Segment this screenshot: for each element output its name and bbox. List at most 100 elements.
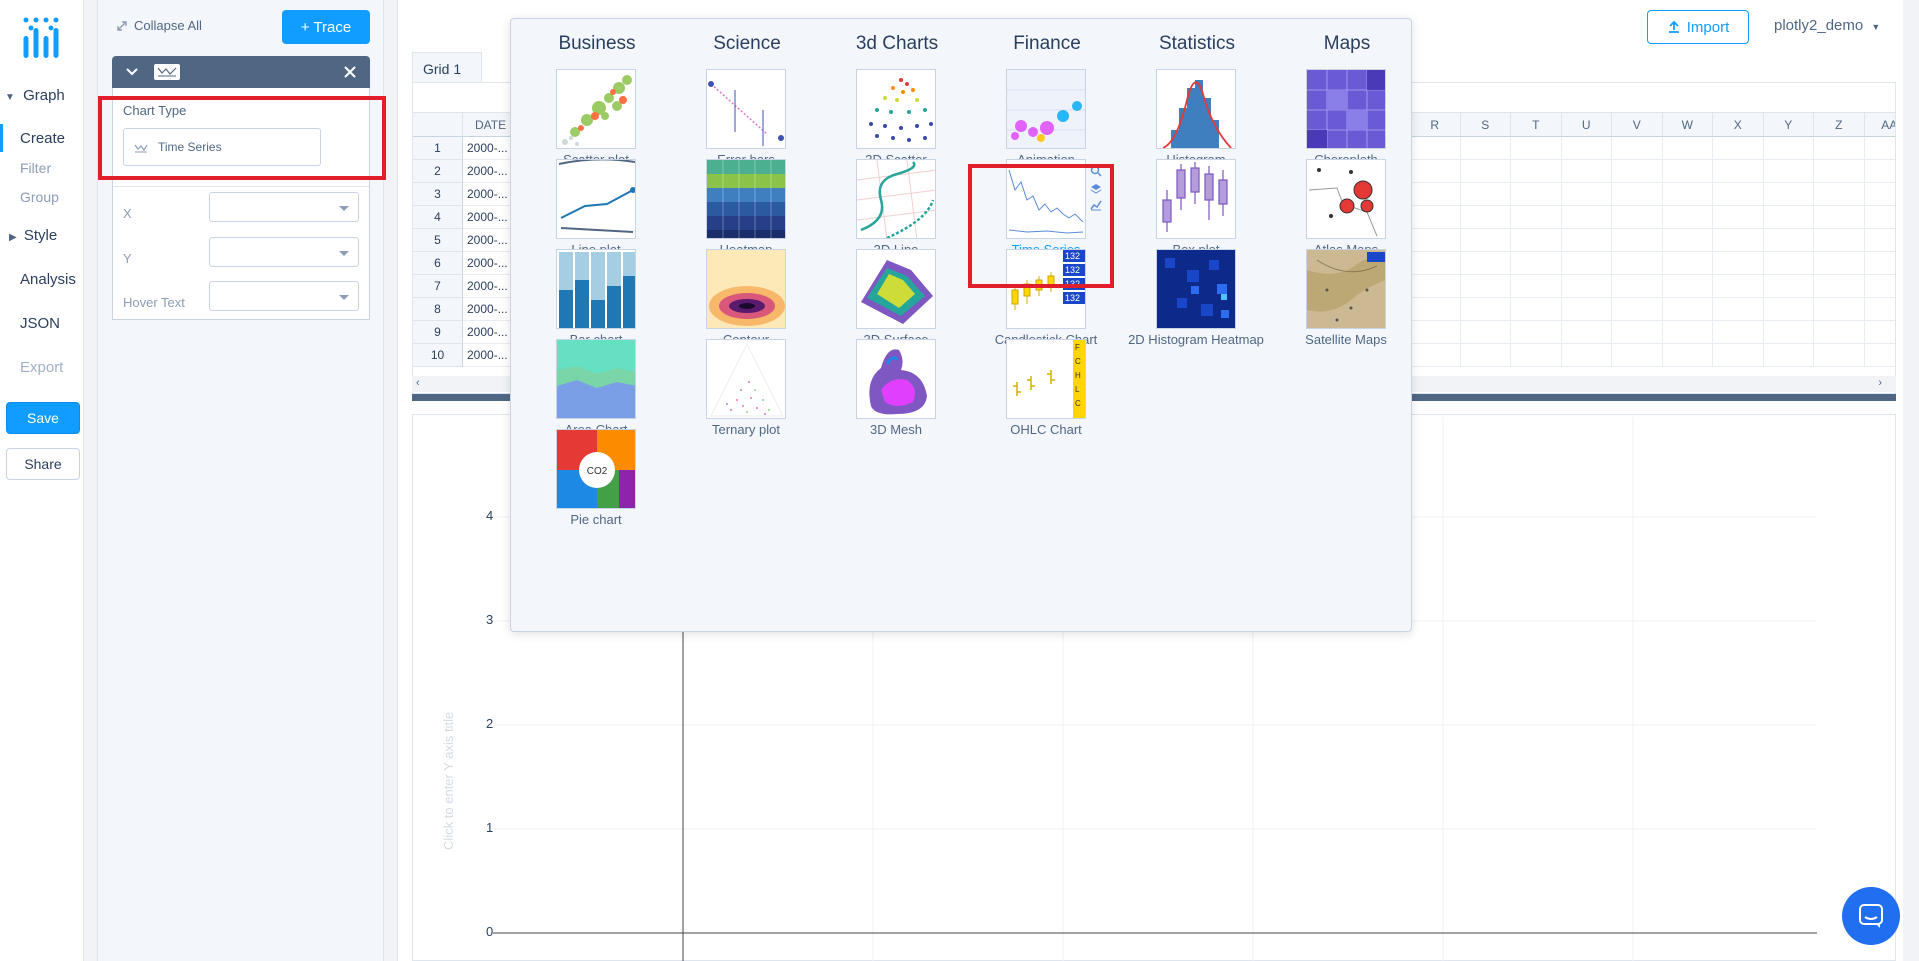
grid-cell-date[interactable]: 2000-... bbox=[463, 183, 511, 206]
y-axis-title[interactable]: Click to enter Y axis title bbox=[441, 712, 456, 850]
grid-cell-date[interactable]: 2000-... bbox=[463, 344, 511, 367]
hover-text-dropdown[interactable] bbox=[209, 281, 359, 311]
grid-cell[interactable] bbox=[1561, 206, 1612, 229]
grid-cell[interactable] bbox=[1662, 252, 1713, 275]
scroll-left-icon[interactable]: ‹ bbox=[416, 377, 420, 389]
y-dropdown[interactable] bbox=[209, 237, 359, 267]
grid-cell[interactable] bbox=[1612, 344, 1663, 367]
grid-cell[interactable] bbox=[1814, 321, 1865, 344]
grid-cell[interactable] bbox=[1763, 206, 1814, 229]
grid-cell[interactable] bbox=[1511, 321, 1562, 344]
chart-option-3d-mesh[interactable]: 3D Mesh bbox=[822, 339, 972, 447]
grid-cell[interactable] bbox=[1511, 252, 1562, 275]
grid-cell[interactable] bbox=[1814, 298, 1865, 321]
chart-option-pie-chart[interactable]: CO2 Pie chart bbox=[522, 429, 672, 537]
grid-cell[interactable] bbox=[1763, 252, 1814, 275]
grid-cell[interactable] bbox=[1561, 252, 1612, 275]
grid-cell[interactable] bbox=[1763, 344, 1814, 367]
grid-cell[interactable] bbox=[1864, 321, 1895, 344]
grid-cell-date[interactable]: 2000-... bbox=[463, 160, 511, 183]
grid-cell[interactable] bbox=[1561, 160, 1612, 183]
grid-cell-date[interactable]: 2000-... bbox=[463, 229, 511, 252]
grid-cell[interactable] bbox=[1864, 229, 1895, 252]
nav-group[interactable]: Group bbox=[20, 189, 59, 205]
scroll-right-icon[interactable]: › bbox=[1878, 377, 1882, 389]
grid-cell[interactable] bbox=[1814, 252, 1865, 275]
grid-cell[interactable] bbox=[1511, 160, 1562, 183]
panel-scrollbar[interactable] bbox=[384, 0, 398, 961]
left-scrollbar[interactable] bbox=[84, 0, 98, 961]
grid-cell[interactable] bbox=[1864, 160, 1895, 183]
grid-col-date[interactable]: DATE bbox=[463, 113, 511, 137]
grid-cell[interactable] bbox=[1460, 229, 1511, 252]
grid-cell[interactable] bbox=[1814, 206, 1865, 229]
grid-cell[interactable] bbox=[1612, 183, 1663, 206]
chevron-down-icon[interactable] bbox=[126, 67, 138, 77]
chart-type-selector[interactable]: Time Series bbox=[123, 128, 321, 166]
x-dropdown[interactable] bbox=[209, 192, 359, 222]
grid-cell[interactable] bbox=[1662, 183, 1713, 206]
save-button[interactable]: Save bbox=[6, 402, 80, 434]
grid-cell[interactable] bbox=[1864, 344, 1895, 367]
grid-cell[interactable] bbox=[1612, 275, 1663, 298]
nav-analysis[interactable]: Analysis bbox=[20, 271, 76, 288]
grid-cell[interactable] bbox=[1460, 206, 1511, 229]
import-button[interactable]: Import bbox=[1647, 10, 1749, 44]
grid-cell[interactable] bbox=[1561, 275, 1612, 298]
grid-cell[interactable] bbox=[1713, 206, 1764, 229]
chart-option-2d-histogram-heatmap[interactable]: 2D Histogram Heatmap bbox=[1122, 249, 1272, 357]
grid-cell[interactable] bbox=[1561, 298, 1612, 321]
grid-cell-date[interactable]: 2000-... bbox=[463, 321, 511, 344]
grid-cell[interactable] bbox=[1763, 160, 1814, 183]
grid-cell[interactable] bbox=[1511, 183, 1562, 206]
grid-cell[interactable] bbox=[1713, 275, 1764, 298]
grid-cell[interactable] bbox=[1864, 183, 1895, 206]
grid-row-number[interactable]: 10 bbox=[413, 344, 463, 367]
nav-filter[interactable]: Filter bbox=[20, 160, 51, 176]
grid-cell[interactable] bbox=[1662, 344, 1713, 367]
grid-row-number[interactable]: 9 bbox=[413, 321, 463, 344]
grid-cell[interactable] bbox=[1460, 252, 1511, 275]
grid-cell[interactable] bbox=[1662, 229, 1713, 252]
grid-cell[interactable] bbox=[1662, 275, 1713, 298]
add-trace-button[interactable]: + Trace bbox=[282, 10, 370, 44]
grid-cell[interactable] bbox=[1612, 229, 1663, 252]
grid-cell[interactable] bbox=[1713, 252, 1764, 275]
grid-cell[interactable] bbox=[1814, 137, 1865, 160]
grid-cell[interactable] bbox=[1612, 298, 1663, 321]
grid-cell[interactable] bbox=[1814, 183, 1865, 206]
grid-cell[interactable] bbox=[1511, 298, 1562, 321]
grid-cell[interactable] bbox=[1713, 160, 1764, 183]
grid-cell[interactable] bbox=[1460, 183, 1511, 206]
chart-option-ohlc-chart[interactable]: FCHLC OHLC Chart bbox=[972, 339, 1122, 447]
page-scrollbar[interactable] bbox=[1903, 0, 1919, 961]
grid-cell[interactable] bbox=[1612, 321, 1663, 344]
grid-cell[interactable] bbox=[1561, 229, 1612, 252]
grid-cell[interactable] bbox=[1662, 298, 1713, 321]
grid-cell[interactable] bbox=[1713, 321, 1764, 344]
grid-cell[interactable] bbox=[1662, 321, 1713, 344]
grid-cell[interactable] bbox=[1511, 344, 1562, 367]
grid-col-header[interactable]: AA bbox=[1864, 113, 1895, 137]
grid-row-number[interactable]: 2 bbox=[413, 160, 463, 183]
grid-cell[interactable] bbox=[1814, 275, 1865, 298]
grid-col-header[interactable]: Z bbox=[1814, 113, 1865, 137]
grid-cell[interactable] bbox=[1561, 137, 1612, 160]
grid-cell-date[interactable]: 2000-... bbox=[463, 298, 511, 321]
grid-cell[interactable] bbox=[1713, 298, 1764, 321]
grid-cell[interactable] bbox=[1460, 275, 1511, 298]
nav-json[interactable]: JSON bbox=[20, 315, 60, 332]
grid-cell[interactable] bbox=[1662, 206, 1713, 229]
chat-button[interactable] bbox=[1842, 887, 1900, 945]
grid-cell-date[interactable]: 2000-... bbox=[463, 206, 511, 229]
grid-cell[interactable] bbox=[1713, 183, 1764, 206]
grid-tab[interactable]: Grid 1 bbox=[412, 52, 482, 82]
grid-cell[interactable] bbox=[1561, 344, 1612, 367]
grid-cell[interactable] bbox=[1864, 206, 1895, 229]
grid-cell[interactable] bbox=[1561, 321, 1612, 344]
grid-col-header[interactable]: Y bbox=[1763, 113, 1814, 137]
nav-create[interactable]: Create bbox=[20, 130, 65, 147]
grid-row-number[interactable]: 8 bbox=[413, 298, 463, 321]
grid-row-number[interactable]: 1 bbox=[413, 137, 463, 160]
grid-cell[interactable] bbox=[1864, 252, 1895, 275]
